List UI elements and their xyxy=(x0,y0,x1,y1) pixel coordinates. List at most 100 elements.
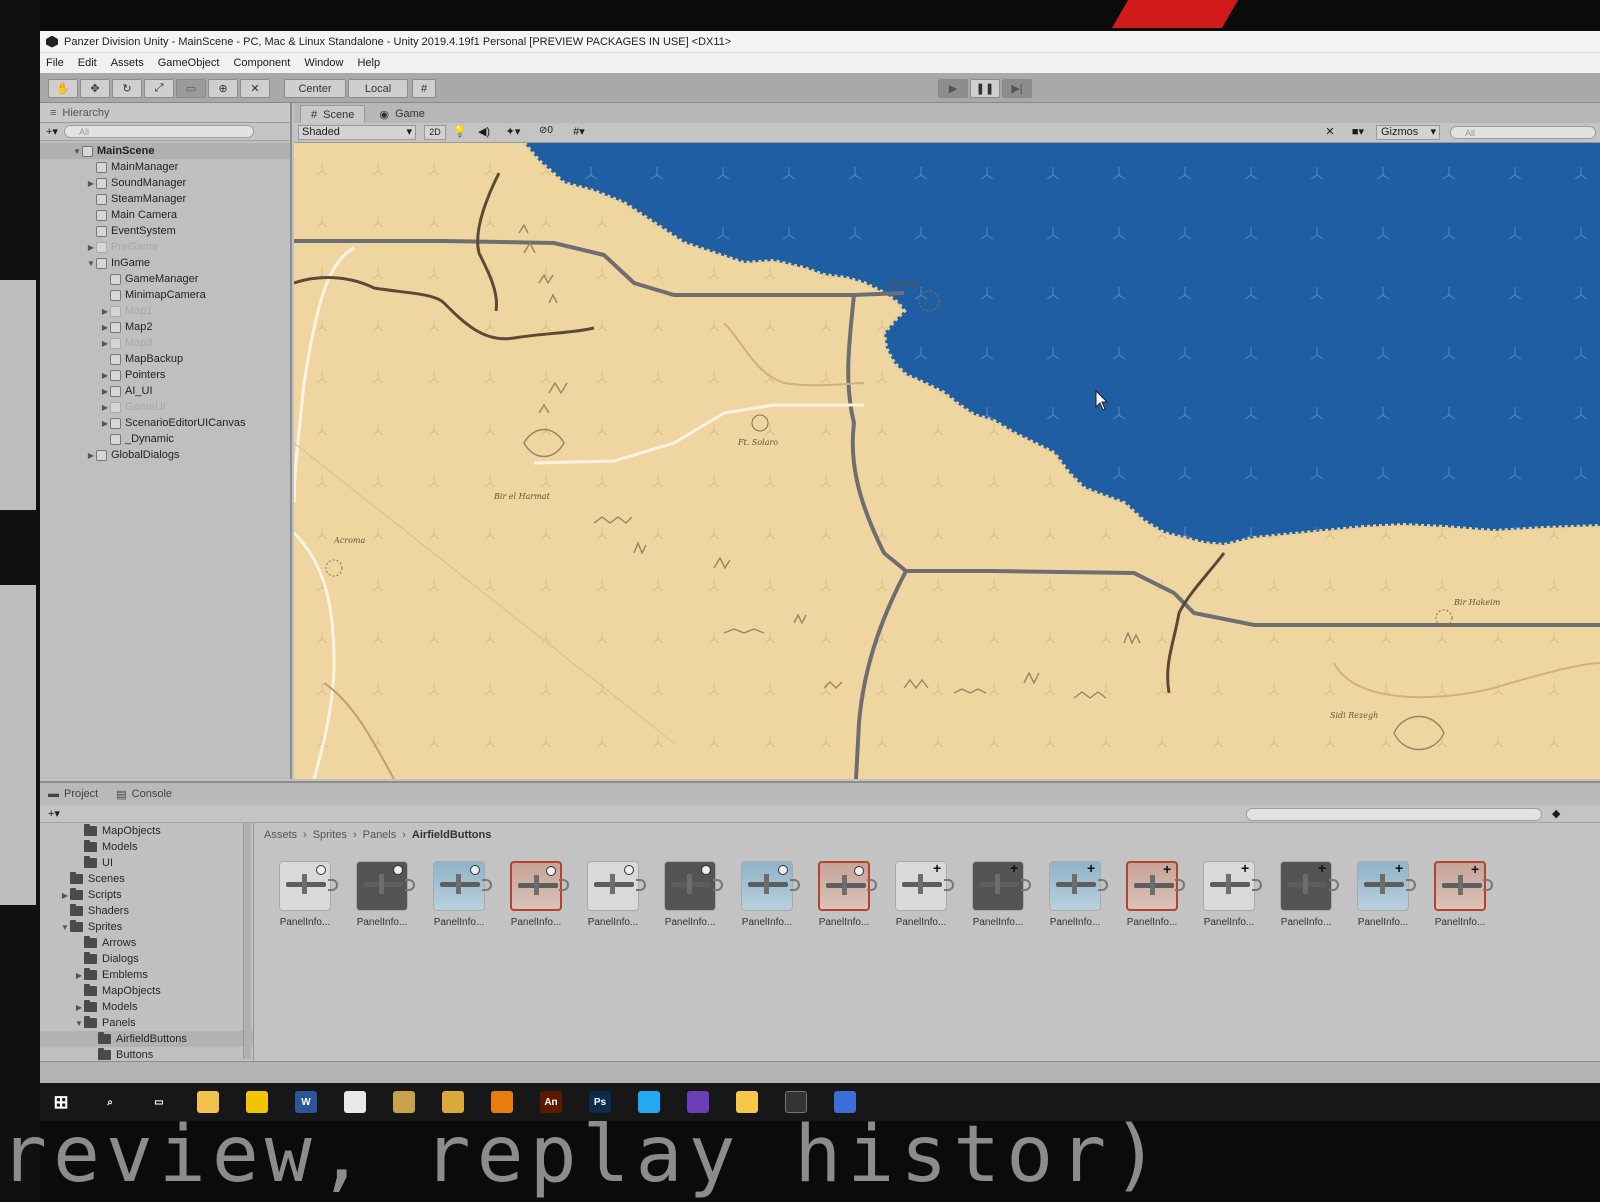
sprite-expand-icon[interactable] xyxy=(790,879,800,891)
hand-tool-button[interactable]: ✋ xyxy=(48,79,78,98)
hierarchy-row[interactable]: MapBackup xyxy=(40,351,290,367)
foldout-arrow-icon[interactable]: ▶ xyxy=(74,1003,84,1012)
tab-project[interactable]: ▬ Project xyxy=(48,788,98,800)
menu-file[interactable]: File xyxy=(46,57,64,69)
hierarchy-tab[interactable]: ≡ Hierarchy xyxy=(40,103,290,123)
desert-map[interactable]: Tobruk Ft. Solaro Bir el Harmat Acroma S… xyxy=(294,143,1600,779)
hierarchy-row[interactable]: ▶ AI_UI xyxy=(40,383,290,399)
gizmos-dropdown[interactable]: Gizmos ▾ xyxy=(1376,125,1440,140)
hierarchy-row[interactable]: ▼ InGame xyxy=(40,255,290,271)
sprite-expand-icon[interactable] xyxy=(713,879,723,891)
custom-tool-button[interactable]: ✕ xyxy=(240,79,270,98)
foldout-arrow-icon[interactable]: ▶ xyxy=(60,891,70,900)
asset-item[interactable]: PanelInfo... xyxy=(886,861,956,928)
folder-tree-item[interactable]: AirfieldButtons xyxy=(40,1031,253,1047)
foldout-arrow-icon[interactable]: ▶ xyxy=(100,419,110,428)
foldout-arrow-icon[interactable]: ▶ xyxy=(100,403,110,412)
folder-tree-item[interactable]: Arrows xyxy=(40,935,253,951)
step-button[interactable]: ▶| xyxy=(1002,79,1032,98)
pivot-center-button[interactable]: Center xyxy=(284,79,346,98)
scene-search-input[interactable]: All xyxy=(1450,126,1596,139)
folder-tree-item[interactable]: ▼ Sprites xyxy=(40,919,253,935)
create-plus-icon[interactable]: +▾ xyxy=(48,807,60,820)
foldout-arrow-icon[interactable]: ▼ xyxy=(74,1019,84,1028)
rotate-tool-button[interactable]: ↻ xyxy=(112,79,142,98)
asset-item[interactable]: PanelInfo... xyxy=(578,861,648,928)
grid-visibility-dropdown[interactable]: #▾ xyxy=(564,125,594,140)
pivot-local-button[interactable]: Local xyxy=(348,79,408,98)
hierarchy-row[interactable]: ▶ GlobalDialogs xyxy=(40,447,290,463)
asset-item[interactable]: PanelInfo... xyxy=(655,861,725,928)
foldout-arrow-icon[interactable]: ▶ xyxy=(74,971,84,980)
menu-gameobject[interactable]: GameObject xyxy=(158,57,220,69)
asset-item[interactable]: PanelInfo... xyxy=(732,861,802,928)
hierarchy-row[interactable]: MinimapCamera xyxy=(40,287,290,303)
hidden-objects-toggle[interactable]: ⊘0 xyxy=(532,125,560,140)
foldout-arrow-icon[interactable]: ▶ xyxy=(100,339,110,348)
tab-game[interactable]: ◉ Game xyxy=(369,105,435,123)
asset-item[interactable]: PanelInfo... xyxy=(1194,861,1264,928)
effects-dropdown[interactable]: ✦▾ xyxy=(498,125,528,140)
folder-tree-item[interactable]: MapObjects xyxy=(40,823,253,839)
menu-window[interactable]: Window xyxy=(304,57,343,69)
audio-toggle[interactable]: ◀) xyxy=(474,125,494,140)
breadcrumb-assets[interactable]: Assets xyxy=(264,829,297,841)
folder-tree-item[interactable]: UI xyxy=(40,855,253,871)
hierarchy-row[interactable]: ▶ Pointers xyxy=(40,367,290,383)
folder-tree-item[interactable]: Dialogs xyxy=(40,951,253,967)
sprite-expand-icon[interactable] xyxy=(1329,879,1339,891)
foldout-arrow-icon[interactable]: ▼ xyxy=(60,923,70,932)
asset-item[interactable]: PanelInfo... xyxy=(270,861,340,928)
sprite-expand-icon[interactable] xyxy=(482,879,492,891)
move-tool-button[interactable]: ✥ xyxy=(80,79,110,98)
sprite-expand-icon[interactable] xyxy=(1252,879,1262,891)
sprite-expand-icon[interactable] xyxy=(636,879,646,891)
folder-tree-item[interactable]: Scenes xyxy=(40,871,253,887)
hierarchy-row[interactable]: ▶ SoundManager xyxy=(40,175,290,191)
folder-tree-item[interactable]: ▼ Panels xyxy=(40,1015,253,1031)
asset-item[interactable]: PanelInfo... xyxy=(1117,861,1187,928)
breadcrumb-sprites[interactable]: Sprites xyxy=(313,829,347,841)
menu-help[interactable]: Help xyxy=(357,57,380,69)
scale-tool-button[interactable]: ⤢ xyxy=(144,79,174,98)
sprite-expand-icon[interactable] xyxy=(867,879,877,891)
asset-item[interactable]: PanelInfo... xyxy=(963,861,1033,928)
folder-tree-item[interactable]: MapObjects xyxy=(40,983,253,999)
hierarchy-row[interactable]: ▶ Map2 xyxy=(40,319,290,335)
grid-snap-button[interactable]: # xyxy=(412,79,436,98)
breadcrumb-airfieldbuttons[interactable]: AirfieldButtons xyxy=(412,829,491,841)
menu-edit[interactable]: Edit xyxy=(78,57,97,69)
menu-component[interactable]: Component xyxy=(233,57,290,69)
asset-item[interactable]: PanelInfo... xyxy=(424,861,494,928)
folder-tree-item[interactable]: ▶ Models xyxy=(40,999,253,1015)
sprite-expand-icon[interactable] xyxy=(559,879,569,891)
hierarchy-row[interactable]: _Dynamic xyxy=(40,431,290,447)
foldout-arrow-icon[interactable]: ▼ xyxy=(72,147,82,156)
folder-tree-item[interactable]: Shaders xyxy=(40,903,253,919)
hierarchy-row[interactable]: ▶ Map1 xyxy=(40,303,290,319)
hierarchy-row[interactable]: EventSystem xyxy=(40,223,290,239)
camera-settings-dropdown[interactable]: ■▾ xyxy=(1344,125,1372,140)
foldout-arrow-icon[interactable]: ▶ xyxy=(86,179,96,188)
hierarchy-row[interactable]: ▶ GameUI xyxy=(40,399,290,415)
hierarchy-row[interactable]: ▶ ScenarioEditorUICanvas xyxy=(40,415,290,431)
sprite-expand-icon[interactable] xyxy=(1483,879,1493,891)
foldout-arrow-icon[interactable]: ▶ xyxy=(86,243,96,252)
2d-mode-toggle[interactable]: 2D xyxy=(424,125,446,140)
pause-button[interactable]: ❚❚ xyxy=(970,79,1000,98)
folder-tree-item[interactable]: Models xyxy=(40,839,253,855)
transform-tool-button[interactable]: ⊕ xyxy=(208,79,238,98)
play-button[interactable]: ▶ xyxy=(938,79,968,98)
hierarchy-row[interactable]: GameManager xyxy=(40,271,290,287)
asset-item[interactable]: PanelInfo... xyxy=(347,861,417,928)
asset-item[interactable]: PanelInfo... xyxy=(809,861,879,928)
hierarchy-row[interactable]: MainManager xyxy=(40,159,290,175)
sprite-expand-icon[interactable] xyxy=(1406,879,1416,891)
sprite-expand-icon[interactable] xyxy=(405,879,415,891)
hierarchy-row[interactable]: ▶ PreGame xyxy=(40,239,290,255)
shading-mode-dropdown[interactable]: Shaded ▾ xyxy=(298,125,416,140)
foldout-arrow-icon[interactable]: ▶ xyxy=(100,323,110,332)
lock-icon[interactable]: ◆ xyxy=(1552,807,1560,820)
hierarchy-row[interactable]: ▶ Map3 xyxy=(40,335,290,351)
breadcrumb-panels[interactable]: Panels xyxy=(363,829,397,841)
